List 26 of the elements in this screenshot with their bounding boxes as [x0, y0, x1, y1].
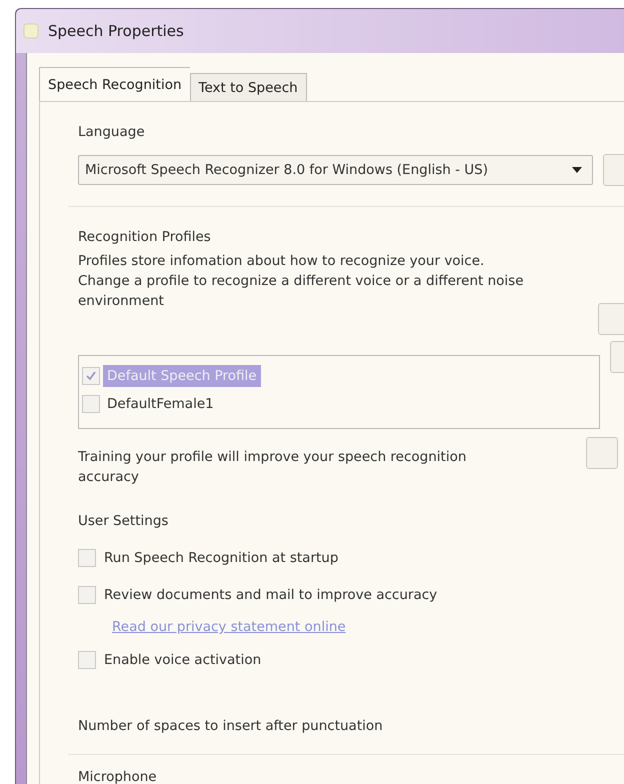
spaces-label: Number of spaces to insert after punctuation [78, 718, 384, 734]
tab[interactable]: Speech Recognition [39, 67, 190, 101]
app-icon [22, 22, 40, 40]
language-dropdown[interactable]: Microsoft Speech Recognizer 8.0 for Windows (English - US) [78, 155, 593, 185]
side-button[interactable] [586, 437, 618, 469]
caret-icon [572, 167, 582, 173]
checkbox[interactable] [82, 395, 100, 413]
checkbox[interactable] [78, 650, 96, 668]
section-label: Recognition Profiles [78, 229, 212, 245]
tab[interactable]: Text to Speech [190, 73, 307, 101]
checkbox[interactable] [78, 586, 96, 604]
checkbox-label[interactable]: Enable voice activation [104, 652, 262, 668]
checkbox-label[interactable]: Run Speech Recognition at startup [104, 550, 338, 566]
checkbox[interactable] [78, 548, 96, 566]
side-button[interactable] [598, 303, 624, 335]
description-text: Change a profile to recognize a different voice or a different noise environment [78, 272, 525, 311]
description-text: Profiles store infomation about how to recognize your voice. [78, 252, 486, 271]
section-label: Microphone [78, 769, 158, 784]
checkbox[interactable] [82, 367, 100, 385]
training-text: Training your profile will improve your speech recognition accuracy [78, 448, 468, 487]
checkbox-label[interactable]: Review documents and mail to improve accuracy [104, 586, 438, 602]
profile-item[interactable]: DefaultFemale1 [103, 393, 218, 415]
section-label: User Settings [78, 513, 170, 529]
check-icon [85, 370, 97, 382]
section-label: Language [78, 124, 146, 140]
window-title: Speech Properties [48, 22, 184, 40]
